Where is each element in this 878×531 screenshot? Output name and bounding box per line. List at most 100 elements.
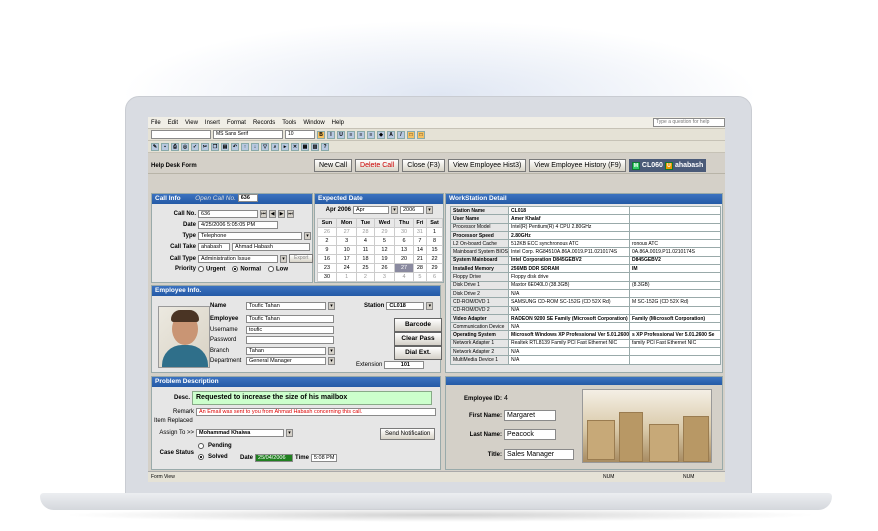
calendar-day[interactable]: 6	[394, 236, 414, 246]
calendar-day[interactable]: 3	[335, 236, 358, 246]
last-name-field[interactable]: Peacock	[504, 429, 556, 440]
first-record-icon[interactable]: ⏮	[260, 210, 267, 218]
calendar-day[interactable]: 22	[426, 254, 443, 264]
next-record-icon[interactable]: ▶	[278, 210, 285, 218]
spec-value-prev[interactable]	[629, 222, 721, 232]
call-type-select[interactable]: Administration Issue	[198, 254, 278, 263]
calendar-day[interactable]: 3	[373, 272, 396, 282]
calendar-day[interactable]: 30	[394, 227, 414, 237]
calendar-day[interactable]: 21	[412, 254, 428, 264]
sort-asc-icon[interactable]: ↑	[241, 142, 249, 151]
branch-select[interactable]: Tahan	[246, 347, 326, 355]
copy-icon[interactable]: ❐	[211, 142, 219, 151]
dial-ext-button[interactable]: Dial Ext.	[394, 346, 442, 360]
calendar-day[interactable]: 17	[335, 254, 358, 264]
calendar-day[interactable]: 20	[394, 254, 414, 264]
fill-color-icon[interactable]: ◆	[377, 130, 385, 139]
menu-records[interactable]: Records	[253, 120, 275, 126]
calendar-day[interactable]: 26	[373, 263, 396, 273]
spec-value[interactable]: Amer Khalaf	[508, 214, 630, 224]
spec-value[interactable]: 512KB ECC synchronous ATC	[508, 239, 630, 249]
calendar-day[interactable]: 28	[356, 227, 375, 237]
spec-value-prev[interactable]	[629, 230, 721, 241]
calendar-day[interactable]: 10	[335, 245, 358, 255]
month-select[interactable]: Apr	[353, 206, 389, 214]
calendar-day[interactable]: 4	[394, 272, 414, 282]
font-select[interactable]: MS Sans Serif	[213, 130, 283, 139]
calendar-day[interactable]: 19	[373, 254, 396, 264]
chevron-down-icon[interactable]: ▾	[328, 347, 335, 355]
calendar-day[interactable]: 1	[335, 272, 358, 282]
size-select[interactable]: 10	[285, 130, 315, 139]
spec-value-prev[interactable]: IM	[629, 264, 721, 274]
calendar-day[interactable]: 23	[317, 263, 337, 273]
spec-value[interactable]: Intel Corporation D845GEBV2	[508, 255, 630, 266]
calendar-day[interactable]: 1	[426, 227, 443, 237]
filter-icon[interactable]: ▽	[261, 142, 269, 151]
prev-record-icon[interactable]: ◀	[269, 210, 276, 218]
calendar-day[interactable]: 2	[317, 236, 337, 246]
spec-value[interactable]: 256MB DDR SDRAM	[508, 264, 630, 274]
calendar-day[interactable]: 5	[412, 272, 428, 282]
spec-value[interactable]: Microsoft Windows XP Professional Ver 5.…	[508, 330, 630, 340]
calendar-day[interactable]: 27	[335, 227, 358, 237]
delete-record-icon[interactable]: ✕	[291, 142, 299, 151]
send-notification-button[interactable]: Send Notification	[380, 428, 436, 440]
clear-pass-button[interactable]: Clear Pass	[394, 332, 442, 346]
menu-edit[interactable]: Edit	[168, 120, 178, 126]
chevron-down-icon[interactable]: ▾	[328, 302, 335, 310]
font-color-icon[interactable]: A	[387, 130, 395, 139]
status-solved[interactable]: Solved	[198, 454, 228, 460]
type-select[interactable]: Telephone	[198, 232, 302, 240]
align-left-icon[interactable]: ≡	[347, 130, 355, 139]
chevron-down-icon[interactable]: ▾	[426, 206, 433, 214]
menu-tools[interactable]: Tools	[282, 120, 296, 126]
help-icon[interactable]: ?	[321, 142, 329, 151]
spec-value[interactable]: N/A	[508, 288, 630, 299]
calendar-day[interactable]: 12	[373, 245, 396, 255]
calendar-day[interactable]: 5	[373, 236, 396, 246]
view-employee-hist-button[interactable]: View Employee Hist3)	[447, 159, 527, 172]
calendar-day[interactable]: 9	[317, 245, 337, 255]
border-icon[interactable]: □	[407, 130, 415, 139]
spec-value[interactable]: 2.80GHz	[508, 230, 630, 241]
form-selector[interactable]	[151, 130, 211, 139]
spec-value-prev[interactable]: D845GEBV2	[629, 255, 721, 266]
priority-low[interactable]: Low	[268, 266, 288, 273]
menu-help[interactable]: Help	[332, 120, 344, 126]
calendar-day[interactable]: 18	[356, 254, 375, 264]
spec-value[interactable]: CL018	[508, 205, 630, 216]
call-no-field[interactable]: 636	[198, 210, 258, 218]
line-color-icon[interactable]: /	[397, 130, 405, 139]
call-take-name[interactable]: Ahmad Habash	[232, 243, 310, 251]
export-button[interactable]: Export	[289, 254, 314, 263]
align-center-icon[interactable]: ≡	[357, 130, 365, 139]
spec-value-prev[interactable]	[629, 347, 721, 357]
date-field[interactable]: 4/25/2006 5:05:05 PM	[198, 221, 278, 229]
status-pending[interactable]: Pending	[198, 443, 232, 449]
calendar-day[interactable]: 25	[356, 263, 375, 273]
spec-value-prev[interactable]: Family (Microsoft Corporation)	[629, 313, 721, 324]
paste-icon[interactable]: ▤	[221, 142, 229, 151]
extension-field[interactable]: 101	[384, 361, 425, 369]
new-record-icon[interactable]: ▸	[281, 142, 289, 151]
spec-value-prev[interactable]	[629, 272, 721, 282]
priority-normal[interactable]: Normal	[232, 266, 261, 273]
calendar-day-selected[interactable]: 27	[394, 263, 414, 273]
chevron-down-icon[interactable]: ▾	[280, 254, 287, 263]
sort-desc-icon[interactable]: ↓	[251, 142, 259, 151]
spec-value[interactable]: Intel(R) Pentium(R) 4 CPU 2.80GHz	[508, 222, 630, 232]
help-search-input[interactable]: Type a question for help	[653, 118, 725, 127]
preview-icon[interactable]: ◎	[181, 142, 189, 151]
spec-value[interactable]: RADEON 9200 SE Family (Microsoft Corpora…	[508, 313, 630, 324]
calendar-day[interactable]: 13	[394, 245, 414, 255]
spec-value[interactable]: N/A	[508, 355, 630, 365]
spec-value[interactable]: N/A	[508, 347, 630, 357]
spec-value-prev[interactable]	[629, 205, 721, 216]
underline-button[interactable]: U	[337, 130, 345, 139]
calendar-day[interactable]: 6	[426, 272, 443, 282]
year-select[interactable]: 2006	[400, 206, 424, 214]
calendar-day[interactable]: 11	[356, 245, 375, 255]
calendar-day[interactable]: 16	[317, 254, 337, 264]
spec-value-prev[interactable]: s XP Professional Ver 5.01.2600 Se	[629, 330, 721, 340]
